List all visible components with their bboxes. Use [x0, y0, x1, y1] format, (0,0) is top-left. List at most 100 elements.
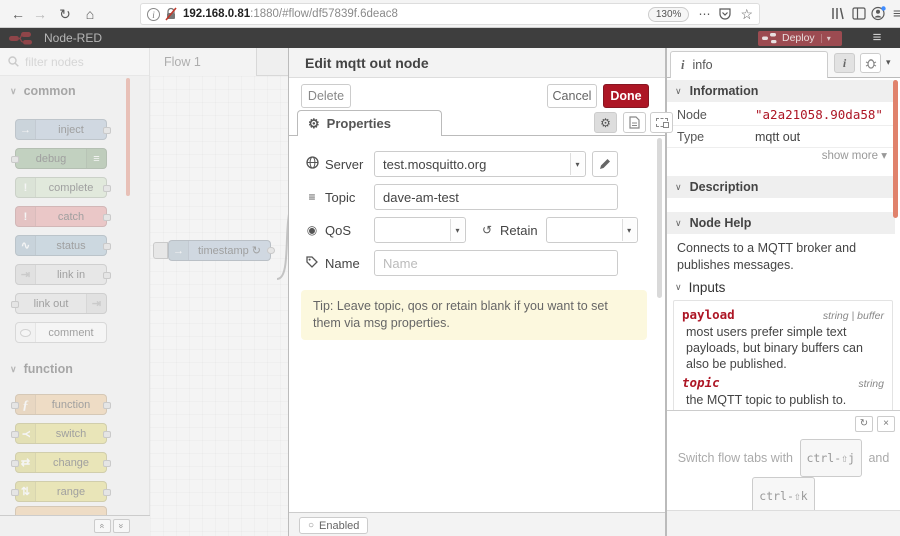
input-port[interactable] [11, 156, 19, 163]
palette-search[interactable] [0, 48, 149, 76]
palette-node-comment[interactable]: comment [15, 322, 107, 343]
prop-topic-desc: the MQTT topic to publish to. [686, 393, 847, 407]
section-description[interactable]: ∨ Description [667, 176, 895, 198]
server-select[interactable]: test.mosquitto.org ▾ [374, 151, 586, 177]
input-port[interactable] [11, 489, 19, 496]
palette-node-status[interactable]: ∿ status [15, 235, 111, 256]
output-port[interactable] [103, 214, 111, 221]
enabled-toggle-button[interactable]: ○ Enabled [299, 517, 369, 534]
input-port[interactable] [11, 402, 19, 409]
collapse-all-icon[interactable]: « [94, 519, 111, 533]
palette-node-template[interactable] [15, 506, 107, 515]
output-port[interactable] [103, 489, 111, 496]
link-in-icon: ⇥ [16, 265, 36, 284]
section-node-help[interactable]: ∨ Node Help [667, 212, 895, 234]
done-button[interactable]: Done [603, 84, 649, 108]
output-port[interactable] [267, 247, 275, 254]
output-port[interactable] [103, 402, 111, 409]
inject-icon: → [16, 120, 36, 139]
inputs-expander[interactable]: ∨ Inputs [675, 280, 725, 295]
timestamp-inject-node[interactable]: → timestamp ↻ [153, 240, 275, 261]
show-more-link[interactable]: show more ▾ [667, 148, 887, 162]
close-tip-icon[interactable]: × [877, 416, 895, 432]
home-icon[interactable]: ⌂ [80, 4, 100, 24]
reload-icon[interactable]: ↻ [55, 4, 75, 24]
function-icon: ƒ [16, 395, 36, 414]
dialog-scrollbar[interactable] [657, 138, 662, 298]
output-port[interactable] [103, 272, 111, 279]
palette-footer: « » [0, 515, 150, 536]
palette-node-link-out[interactable]: link out ⇥ [11, 293, 107, 314]
tab-flow-1[interactable]: Flow 1 [150, 48, 257, 76]
history-icon: ↺ [481, 223, 493, 237]
cancel-button[interactable]: Cancel [547, 84, 597, 108]
input-port[interactable] [11, 431, 19, 438]
palette-node-range[interactable]: ⇅ range [11, 481, 111, 502]
link-out-icon: ⇥ [86, 294, 106, 313]
palette-category-function[interactable]: ∨ function [0, 358, 149, 380]
input-port[interactable] [11, 460, 19, 467]
sidebars-icon[interactable] [852, 7, 866, 20]
delete-button[interactable]: Delete [301, 84, 351, 108]
chevron-down-icon: ∨ [675, 217, 682, 228]
sidebar-caret-icon[interactable]: ▾ [886, 57, 891, 68]
palette-node-catch[interactable]: ! catch [15, 206, 111, 227]
deploy-caret-icon[interactable]: ▾ [820, 33, 831, 43]
info-tab-icon[interactable]: i [834, 53, 855, 73]
info-row-node: Node "a2a21058.90da58" [667, 104, 895, 126]
library-icon[interactable] [831, 7, 845, 20]
site-info-icon[interactable]: i [147, 7, 160, 21]
main-menu-icon[interactable]: ≡ [864, 28, 890, 48]
browser-menu-icon[interactable]: ≡ [893, 5, 900, 21]
tab-properties[interactable]: ⚙ Properties [297, 110, 442, 137]
expand-all-icon[interactable]: » [113, 519, 130, 533]
account-icon[interactable] [871, 6, 886, 21]
tip-text: Switch flow tabs with ctrl-⇧j and ctrl-⇧… [667, 439, 900, 515]
page-actions-icon[interactable]: ⋯ [698, 7, 710, 21]
chevron-down-icon: ∨ [675, 181, 682, 192]
palette-node-change[interactable]: ⇄ change [11, 452, 111, 473]
tips-panel: ↻ × Switch flow tabs with ctrl-⇧j and ct… [667, 410, 900, 515]
palette-node-inject[interactable]: → inject [15, 119, 111, 140]
palette-filter-input[interactable] [25, 54, 125, 69]
output-port[interactable] [103, 431, 111, 438]
name-input[interactable] [374, 250, 618, 276]
debug-bug-icon[interactable] [860, 53, 881, 73]
node-settings-icon[interactable]: ⚙ [594, 112, 617, 133]
qos-select[interactable]: ▾ [374, 217, 466, 243]
output-port[interactable] [103, 460, 111, 467]
back-icon[interactable]: ← [8, 4, 28, 24]
zoom-level-badge[interactable]: 130% [647, 6, 690, 22]
browser-toolbar: ← → ↻ ⌂ i 192.168.0.81:1880/#flow/df5783… [0, 0, 900, 28]
palette-node-debug[interactable]: debug ≡ [11, 148, 107, 169]
address-bar[interactable]: i 192.168.0.81:1880/#flow/df57839f.6deac… [140, 3, 760, 25]
appearance-icon[interactable] [650, 112, 673, 133]
switch-icon: Y [16, 424, 36, 443]
output-port[interactable] [103, 185, 111, 192]
flow-workspace: Flow 1 → timestamp ↻ [150, 48, 288, 536]
refresh-tip-icon[interactable]: ↻ [855, 416, 873, 432]
tab-info[interactable]: i info [670, 51, 828, 78]
section-information[interactable]: ∨ Information [667, 80, 895, 102]
palette-scrollbar[interactable] [126, 78, 130, 196]
output-port[interactable] [103, 127, 111, 134]
sidebar-scrollbar[interactable] [893, 80, 898, 218]
gear-icon: ⚙ [308, 115, 320, 131]
output-port[interactable] [103, 243, 111, 250]
input-port[interactable] [11, 301, 19, 308]
bookmark-star-icon[interactable]: ☆ [740, 6, 753, 23]
deploy-button[interactable]: Deploy ▾ [758, 30, 842, 46]
wire [276, 214, 288, 280]
edit-server-button[interactable] [592, 151, 618, 177]
palette-node-switch[interactable]: Y switch [11, 423, 111, 444]
topic-input[interactable] [374, 184, 618, 210]
inject-trigger-button[interactable] [153, 242, 168, 259]
topic-row: ≡ Topic [305, 184, 618, 210]
palette-node-link-in[interactable]: ⇥ link in [15, 264, 111, 285]
palette-node-complete[interactable]: ! complete [15, 177, 111, 198]
description-icon[interactable] [623, 112, 646, 133]
retain-select[interactable]: ▾ [545, 217, 638, 243]
forward-icon[interactable]: → [30, 4, 50, 24]
palette-node-function[interactable]: ƒ function [11, 394, 111, 415]
pocket-icon[interactable] [719, 8, 732, 20]
